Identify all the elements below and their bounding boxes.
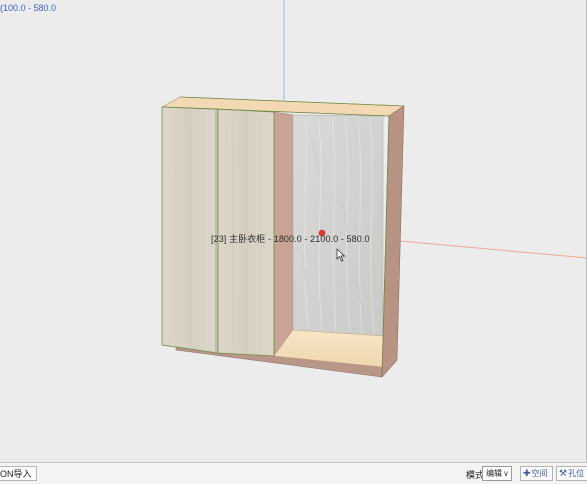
tool-icon: ⚒	[559, 468, 568, 478]
mode-select-value: 编辑	[486, 469, 502, 478]
hole-button-label: 孔位	[568, 469, 585, 478]
dimension-readout: (100.0 - 580.0	[0, 3, 57, 13]
3d-viewport[interactable]: (100.0 - 580.0 [23] 主卧衣柜 - 1800.0 - 2100…	[0, 0, 587, 462]
mode-select[interactable]: 编辑 ∨	[482, 466, 512, 481]
space-button[interactable]: ✚空间	[520, 466, 553, 481]
bottom-toolbar: ON导入 模式 编辑 ∨ ✚空间 ⚒孔位	[0, 462, 587, 484]
plus-icon: ✚	[523, 468, 531, 478]
wardrobe-scene[interactable]	[0, 0, 587, 462]
import-button[interactable]: ON导入	[0, 466, 37, 481]
space-button-label: 空间	[531, 469, 548, 478]
object-hover-label: [23] 主卧衣柜 - 1800.0 - 2100.0 - 580.0	[211, 234, 370, 244]
axis-x-line	[399, 240, 586, 259]
chevron-down-icon: ∨	[503, 469, 509, 478]
hole-position-button[interactable]: ⚒孔位	[556, 466, 587, 481]
